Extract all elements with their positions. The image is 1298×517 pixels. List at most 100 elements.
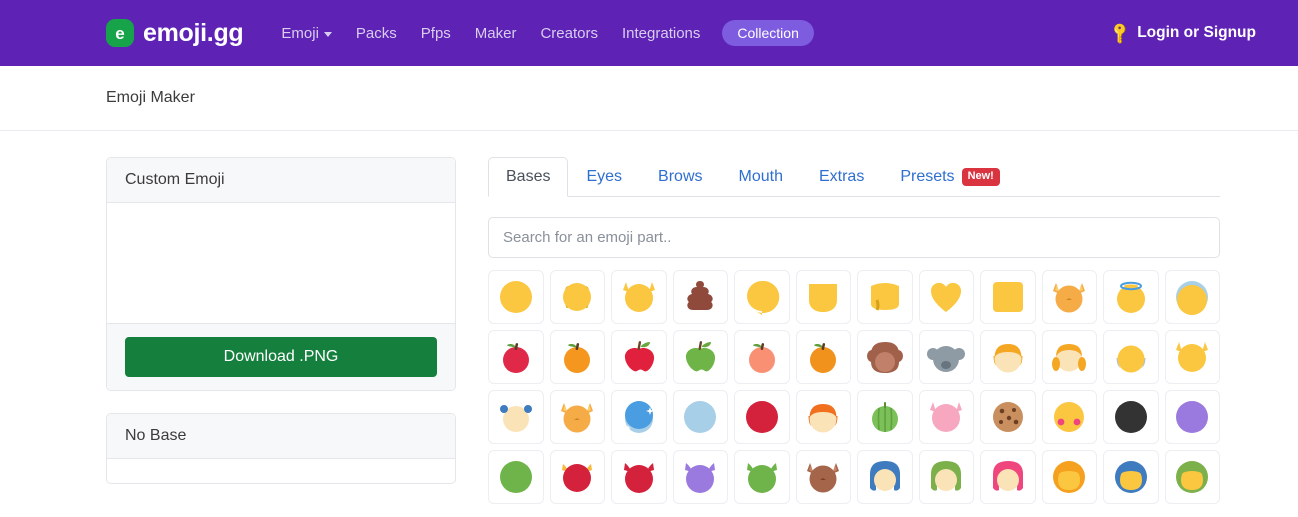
base-brown-cat[interactable] xyxy=(795,450,851,504)
tab-eyes[interactable]: Eyes xyxy=(568,157,640,197)
nav-item-maker[interactable]: Maker xyxy=(463,17,529,50)
base-orange-hair-face[interactable] xyxy=(980,330,1036,384)
nav-links: Emoji Packs Pfps Maker Creators Integrat… xyxy=(269,17,814,50)
base-red-devil[interactable] xyxy=(611,450,667,504)
navbar-right: 🔑 Login or Signup xyxy=(1108,21,1298,46)
base-halo-circle[interactable] xyxy=(1103,270,1159,324)
base-light-blue-circle[interactable] xyxy=(672,390,728,444)
nav-item-packs[interactable]: Packs xyxy=(344,17,409,50)
nav-item-emoji-label: Emoji xyxy=(281,24,319,42)
key-icon: 🔑 xyxy=(1107,20,1133,46)
nav-item-emoji[interactable]: Emoji xyxy=(269,17,344,50)
nav-item-creators[interactable]: Creators xyxy=(528,17,610,50)
base-yellow-cat-ears[interactable] xyxy=(611,270,667,324)
right-column: Bases Eyes Brows Mouth Extras Presets Ne… xyxy=(456,131,1298,504)
tab-presets-label: Presets xyxy=(900,168,955,185)
base-snowball[interactable] xyxy=(611,390,667,444)
base-green-hair-face[interactable] xyxy=(918,450,974,504)
base-purple-devil[interactable] xyxy=(672,450,728,504)
tab-mouth-label: Mouth xyxy=(738,168,783,185)
new-badge: New! xyxy=(961,168,1000,186)
emoji-parts-grid xyxy=(488,270,1220,504)
base-bows-face[interactable] xyxy=(488,390,544,444)
brand-logo[interactable]: e emoji.gg xyxy=(106,18,244,48)
tab-mouth[interactable]: Mouth xyxy=(721,157,801,197)
no-base-card: No Base xyxy=(106,413,456,484)
base-orange-afro[interactable] xyxy=(1041,450,1097,504)
custom-emoji-card: Custom Emoji Download .PNG xyxy=(106,157,456,391)
emoji-preview-canvas[interactable] xyxy=(107,203,455,323)
tab-presets[interactable]: Presets New! xyxy=(882,157,1018,197)
left-column: Custom Emoji Download .PNG No Base xyxy=(106,131,456,504)
base-cat-face[interactable] xyxy=(1041,270,1097,324)
base-red-circle[interactable] xyxy=(734,390,790,444)
base-koala[interactable] xyxy=(918,330,974,384)
base-blue-afro[interactable] xyxy=(1103,450,1159,504)
nav-item-maker-label: Maker xyxy=(474,24,517,42)
nav-item-integrations-label: Integrations xyxy=(622,24,701,42)
page-subheader: Emoji Maker xyxy=(0,66,1298,131)
no-base-card-body xyxy=(107,459,455,483)
base-yellow-teardrop[interactable] xyxy=(734,270,790,324)
base-purple-circle[interactable] xyxy=(1164,390,1220,444)
tab-bases-label: Bases xyxy=(506,168,551,185)
base-black-circle[interactable] xyxy=(1103,390,1159,444)
tab-extras[interactable]: Extras xyxy=(801,157,882,197)
base-yellow-cat[interactable] xyxy=(1164,330,1220,384)
base-pigtails-face[interactable] xyxy=(1041,330,1097,384)
base-yellow-squarish[interactable] xyxy=(857,270,913,324)
nav-item-integrations[interactable]: Integrations xyxy=(610,17,712,50)
base-orange-hair-pale[interactable] xyxy=(795,390,851,444)
base-orange-cat[interactable] xyxy=(549,390,605,444)
base-green-afro[interactable] xyxy=(1164,450,1220,504)
base-tangerine[interactable] xyxy=(795,330,851,384)
main-content: Custom Emoji Download .PNG No Base Bases… xyxy=(0,131,1298,504)
top-navbar: e emoji.gg Emoji Packs Pfps Maker Creato… xyxy=(0,0,1298,66)
search-wrap xyxy=(488,217,1220,258)
custom-emoji-card-header: Custom Emoji xyxy=(107,158,455,203)
tab-brows-label: Brows xyxy=(658,168,703,185)
base-yellow-face-ears[interactable] xyxy=(549,270,605,324)
base-yellow-square[interactable] xyxy=(980,270,1036,324)
base-red-horns[interactable] xyxy=(549,450,605,504)
tab-eyes-label: Eyes xyxy=(586,168,623,185)
base-bald-face[interactable] xyxy=(1103,330,1159,384)
login-label: Login or Signup xyxy=(1137,24,1256,41)
search-input[interactable] xyxy=(488,217,1220,258)
download-png-button[interactable]: Download .PNG xyxy=(125,337,437,377)
base-poop[interactable] xyxy=(672,270,728,324)
base-yellow-circle[interactable] xyxy=(488,270,544,324)
base-pink-pig[interactable] xyxy=(918,390,974,444)
base-orange[interactable] xyxy=(549,330,605,384)
base-blush-face[interactable] xyxy=(1041,390,1097,444)
base-blue-hair-face[interactable] xyxy=(857,450,913,504)
nav-item-collection[interactable]: Collection xyxy=(722,20,814,46)
base-green-circle[interactable] xyxy=(488,450,544,504)
base-pink-hair-face[interactable] xyxy=(980,450,1036,504)
tab-extras-label: Extras xyxy=(818,168,865,185)
tab-brows[interactable]: Brows xyxy=(640,157,720,197)
nav-item-creators-label: Creators xyxy=(540,24,598,42)
chevron-down-icon xyxy=(323,31,332,37)
parts-tabs: Bases Eyes Brows Mouth Extras Presets Ne… xyxy=(488,157,1220,197)
base-green-devil[interactable] xyxy=(734,450,790,504)
base-tomato[interactable] xyxy=(488,330,544,384)
login-or-signup-button[interactable]: 🔑 Login or Signup xyxy=(1108,21,1256,46)
nav-item-pfps-label: Pfps xyxy=(420,24,451,42)
base-yellow-heart[interactable] xyxy=(918,270,974,324)
base-melon[interactable] xyxy=(857,390,913,444)
base-red-apple[interactable] xyxy=(611,330,667,384)
brand-title: emoji.gg xyxy=(143,18,244,47)
base-blue-top-circle[interactable] xyxy=(1164,270,1220,324)
custom-emoji-card-footer: Download .PNG xyxy=(107,323,455,390)
base-green-apple[interactable] xyxy=(672,330,728,384)
base-yellow-shield[interactable] xyxy=(795,270,851,324)
base-monkey[interactable] xyxy=(857,330,913,384)
base-cookie[interactable] xyxy=(980,390,1036,444)
card-spacer xyxy=(106,391,456,413)
nav-item-packs-label: Packs xyxy=(355,24,397,42)
tab-bases[interactable]: Bases xyxy=(488,157,569,197)
page-title: Emoji Maker xyxy=(106,89,195,106)
nav-item-pfps[interactable]: Pfps xyxy=(409,17,463,50)
base-peach[interactable] xyxy=(734,330,790,384)
